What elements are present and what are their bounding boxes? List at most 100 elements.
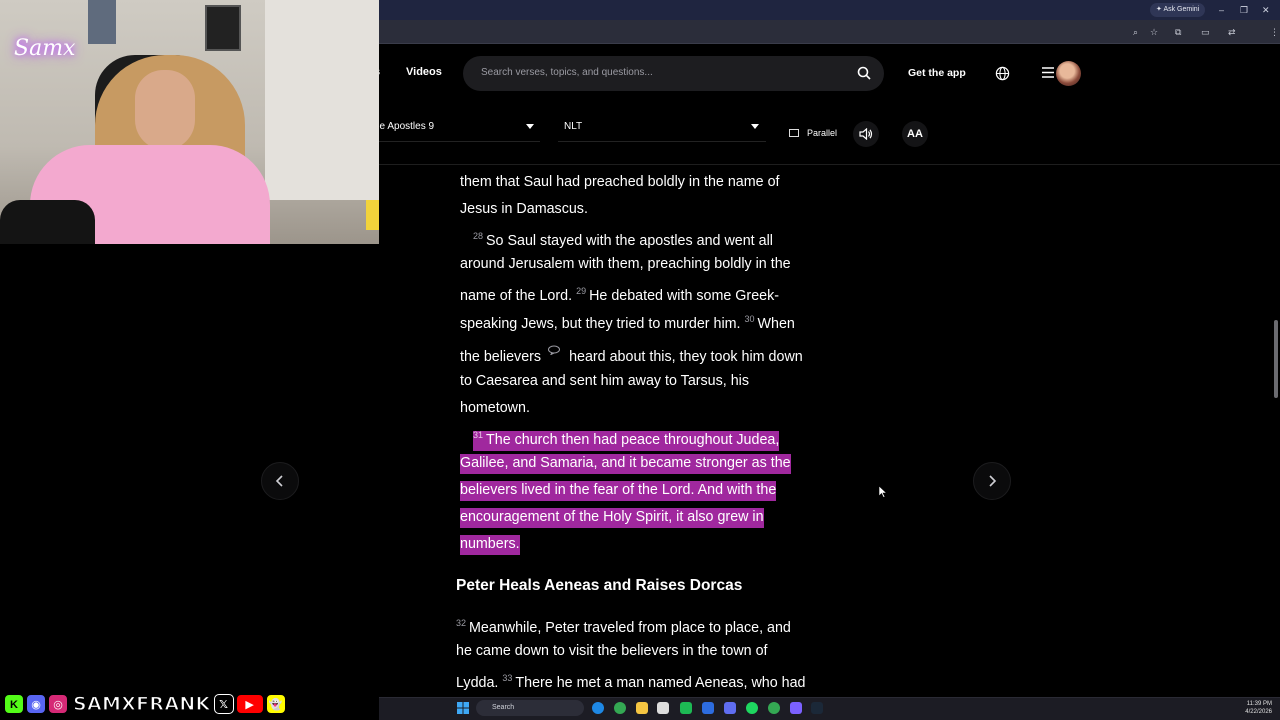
- taskbar-search[interactable]: Search: [476, 700, 584, 716]
- verse-text[interactable]: Meanwhile, Peter traveled from place to …: [469, 620, 791, 636]
- webcam-person-leg: [0, 200, 95, 244]
- chevron-down-icon[interactable]: [526, 124, 534, 130]
- get-app-link[interactable]: Get the app: [908, 67, 966, 79]
- speaker-icon: [859, 128, 873, 140]
- verse-line: speaking Jews, but they tried to murder …: [460, 310, 795, 333]
- social-handle: SAMXFRANK: [72, 692, 211, 715]
- verse-number[interactable]: 31: [473, 430, 483, 440]
- discord-icon: ◉: [26, 694, 46, 714]
- version-select-underline: [558, 141, 766, 142]
- audio-button[interactable]: [853, 121, 879, 147]
- close-window-button[interactable]: ✕: [1262, 3, 1270, 17]
- app-icon[interactable]: [790, 702, 802, 714]
- verse-text[interactable]: heard about this, they took him down: [569, 349, 803, 365]
- footnote-icon[interactable]: [547, 345, 561, 355]
- verse-text[interactable]: speaking Jews, but they tried to murder …: [460, 316, 741, 332]
- verse-text[interactable]: name of the Lord.: [460, 288, 572, 304]
- sidebar-icon[interactable]: ▭: [1201, 26, 1210, 38]
- search-icon[interactable]: [857, 66, 871, 80]
- verse-line: he came down to visit the believers in t…: [456, 642, 768, 660]
- verse-text[interactable]: He debated with some Greek-: [589, 288, 779, 304]
- previous-chapter-button[interactable]: [261, 462, 299, 500]
- verse-number[interactable]: 28: [473, 231, 483, 241]
- taskbar-search-label: Search: [492, 704, 515, 711]
- highlighted-verse[interactable]: Galilee, and Samaria, and it became stro…: [460, 454, 791, 474]
- steam-icon[interactable]: [811, 702, 823, 714]
- verse-text: them that Saul had preached boldly in th…: [460, 174, 780, 190]
- webcam-person-face: [135, 70, 195, 150]
- verse-text[interactable]: When: [758, 316, 795, 332]
- verse-line: name of the Lord. 29 He debated with some…: [460, 282, 779, 305]
- verse-text[interactable]: he came down to visit the believers in t…: [456, 643, 768, 659]
- mouse-cursor-icon: [879, 486, 887, 498]
- verse-line: hometown.: [460, 399, 530, 417]
- extensions-icon[interactable]: ⧉: [1175, 26, 1181, 38]
- edge-icon[interactable]: [592, 702, 604, 714]
- chrome-icon[interactable]: [768, 702, 780, 714]
- app-icon[interactable]: [680, 702, 692, 714]
- parallel-button[interactable]: Parallel: [789, 128, 837, 138]
- verse-number[interactable]: 30: [745, 314, 755, 324]
- browser-menu-icon[interactable]: ⋮: [1270, 26, 1279, 38]
- search-input[interactable]: Search verses, topics, and questions...: [481, 67, 653, 78]
- highlighted-verse[interactable]: 31 The church then had peace throughout J…: [473, 430, 780, 451]
- chevron-down-icon[interactable]: [751, 124, 759, 130]
- windows-start-icon[interactable]: [457, 702, 469, 714]
- chrome-icon[interactable]: [614, 702, 626, 714]
- verse-text[interactable]: to Caesarea and sent him away to Tarsus,…: [460, 373, 749, 389]
- webcam-poster: [88, 0, 116, 44]
- file-explorer-icon[interactable]: [636, 702, 648, 714]
- webcam-door: [265, 0, 379, 200]
- verse-text[interactable]: There he met a man named Aeneas, who had: [515, 675, 805, 691]
- spotify-icon[interactable]: [746, 702, 758, 714]
- verse-text[interactable]: hometown.: [460, 400, 530, 416]
- verse-text[interactable]: the believers: [460, 349, 541, 365]
- social-handles-bar: K ◉ ◎ SAMXFRANK 𝕏 ▶ 👻: [4, 692, 288, 716]
- highlighted-verse[interactable]: believers lived in the fear of the Lord.…: [460, 481, 777, 501]
- ask-gemini-label: Ask Gemini: [1163, 6, 1200, 13]
- verse-number[interactable]: 33: [502, 673, 512, 683]
- x-icon: 𝕏: [213, 694, 234, 714]
- zoom-icon[interactable]: ⌕: [1133, 26, 1138, 38]
- search-bar[interactable]: Search verses, topics, and questions...: [463, 56, 884, 91]
- app-icon[interactable]: [724, 702, 736, 714]
- version-select[interactable]: NLT: [564, 121, 582, 132]
- bookmark-star-icon[interactable]: ☆: [1150, 26, 1158, 38]
- next-chapter-button[interactable]: [973, 462, 1011, 500]
- highlighted-verse-line: Galilee, and Samaria, and it became stro…: [460, 454, 791, 474]
- book-chapter-select[interactable]: he Apostles 9: [374, 121, 434, 132]
- verse-line: them that Saul had preached boldly in th…: [460, 173, 780, 191]
- highlighted-verse[interactable]: numbers.: [460, 535, 520, 555]
- hamburger-menu-icon[interactable]: [1042, 66, 1054, 79]
- verse-line: to Caesarea and sent him away to Tarsus,…: [460, 372, 749, 390]
- highlighted-verse[interactable]: encouragement of the Holy Spirit, it als…: [460, 508, 764, 528]
- book-select-underline: [374, 141, 540, 142]
- verse-number[interactable]: 32: [456, 618, 466, 628]
- taskbar-clock[interactable]: 11:39 PM 4/22/2026: [1240, 700, 1272, 716]
- verse-line: Lydda. 33 There he met a man named Aeneas…: [456, 669, 806, 692]
- globe-icon[interactable]: [995, 66, 1010, 81]
- clock-time: 11:39 PM: [1246, 701, 1272, 707]
- verse-line: the believers heard about this, they took…: [460, 345, 803, 366]
- highlighted-verse-line: 31 The church then had peace throughout J…: [473, 426, 780, 451]
- ask-gemini-button[interactable]: ✦ Ask Gemini: [1150, 3, 1206, 17]
- verse-text[interactable]: The church then had peace throughout Jud…: [486, 432, 779, 448]
- profile-switch-icon[interactable]: ⇄: [1228, 26, 1236, 38]
- verse-text[interactable]: around Jerusalem with them, preaching bo…: [460, 256, 791, 272]
- header-divider: [379, 164, 1280, 165]
- snapchat-icon: 👻: [265, 694, 286, 714]
- font-size-button[interactable]: AA: [902, 121, 928, 147]
- verse-text[interactable]: So Saul stayed with the apostles and wen…: [486, 233, 773, 249]
- nav-item-videos[interactable]: Videos: [406, 66, 442, 78]
- webcam-wall-frame: [205, 5, 241, 51]
- page-scrollbar[interactable]: [1274, 320, 1278, 398]
- minimize-button[interactable]: –: [1219, 3, 1224, 17]
- chevron-right-icon: [989, 475, 997, 487]
- clock-date: 4/22/2026: [1245, 709, 1272, 715]
- restore-button[interactable]: ❐: [1240, 3, 1248, 17]
- store-icon[interactable]: [657, 702, 669, 714]
- verse-number[interactable]: 29: [576, 286, 586, 296]
- app-icon[interactable]: [702, 702, 714, 714]
- verse-text[interactable]: Lydda.: [456, 675, 498, 691]
- user-avatar[interactable]: [1056, 61, 1081, 86]
